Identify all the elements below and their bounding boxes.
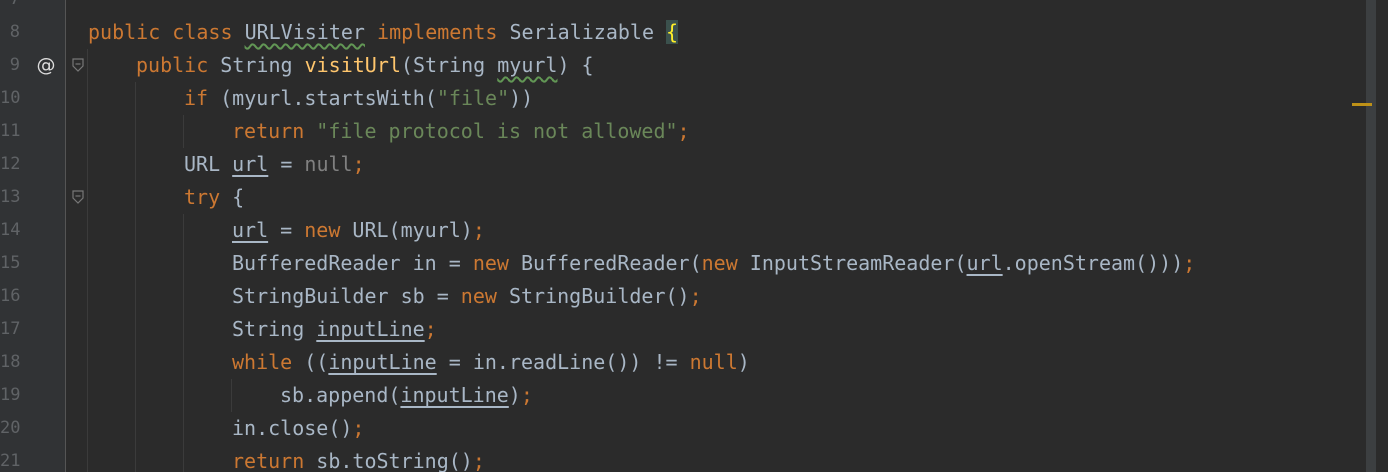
indent-guide xyxy=(183,115,184,148)
warning-stripe-marker[interactable] xyxy=(1352,103,1372,106)
line-number: 8 xyxy=(9,22,20,42)
code-line-17[interactable]: String inputLine; xyxy=(232,313,437,346)
editor-line: 20 xyxy=(0,412,1320,445)
code-line-21[interactable]: return sb.toString(); xyxy=(232,445,485,472)
editor-line: 14 xyxy=(0,214,1320,247)
code-line-11[interactable]: return "file protocol is not allowed"; xyxy=(232,115,690,148)
line-number: 14 xyxy=(0,220,21,240)
line-number: 11 xyxy=(0,121,21,141)
editor-line: 21 xyxy=(0,445,1320,472)
fold-icon[interactable] xyxy=(72,190,84,204)
editor-line: 17 xyxy=(0,313,1320,346)
line-number: 10 xyxy=(0,88,21,108)
editor-scrollbar[interactable] xyxy=(1352,0,1388,472)
code-editor[interactable]: 7 8 9 10 11 12 13 14 15 16 17 18 19 20 2… xyxy=(0,0,1388,472)
override-marker-icon[interactable]: @ xyxy=(36,55,56,75)
code-line-12[interactable]: URL url = null; xyxy=(184,148,365,181)
line-number: 16 xyxy=(0,286,21,306)
line-number: 17 xyxy=(0,319,21,339)
line-number: 15 xyxy=(0,253,21,273)
code-line-20[interactable]: in.close(); xyxy=(232,412,364,445)
line-number: 9 xyxy=(9,55,20,75)
line-number: 7 xyxy=(0,0,20,16)
code-line-18[interactable]: while ((inputLine = in.readLine()) != nu… xyxy=(232,346,750,379)
code-line-14[interactable]: url = new URL(myurl); xyxy=(232,214,485,247)
line-number: 12 xyxy=(0,154,21,174)
editor-line: 19 xyxy=(0,379,1320,412)
indent-guide xyxy=(183,214,184,472)
scrollbar-track[interactable] xyxy=(1366,0,1376,472)
code-line-15[interactable]: BufferedReader in = new BufferedReader(n… xyxy=(232,247,1195,280)
indent-guide xyxy=(87,49,88,472)
code-line-16[interactable]: StringBuilder sb = new StringBuilder(); xyxy=(232,280,702,313)
code-line-19[interactable]: sb.append(inputLine); xyxy=(280,379,533,412)
editor-line: 7 xyxy=(0,0,1320,16)
line-number: 13 xyxy=(0,187,21,207)
line-number: 18 xyxy=(0,352,21,372)
code-line-10[interactable]: if (myurl.startsWith("file")) xyxy=(184,82,533,115)
fold-icon[interactable] xyxy=(72,58,84,72)
line-number: 21 xyxy=(0,451,21,471)
indent-guide xyxy=(135,82,136,472)
indent-guide xyxy=(231,379,232,412)
line-number: 19 xyxy=(0,385,21,405)
code-line-8[interactable]: public class URLVisiter implements Seria… xyxy=(88,16,679,49)
code-line-9[interactable]: public String visitUrl(String myurl) { xyxy=(136,49,594,82)
code-line-13[interactable]: try { xyxy=(184,181,244,214)
line-number: 20 xyxy=(0,418,21,438)
